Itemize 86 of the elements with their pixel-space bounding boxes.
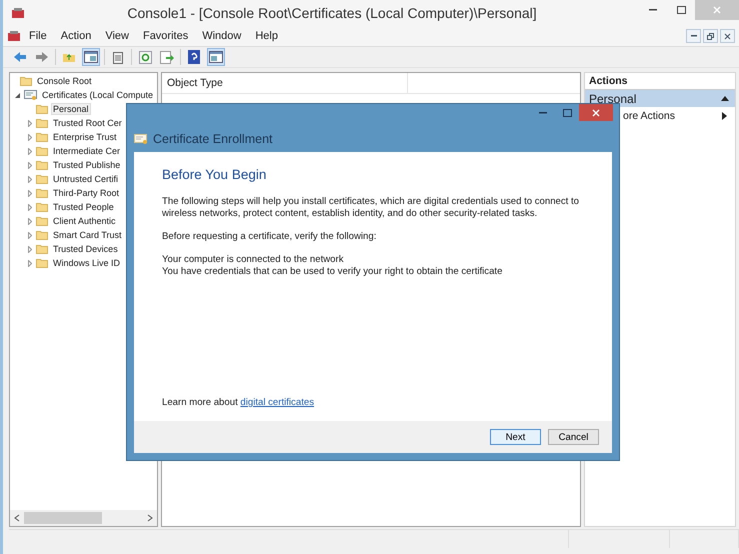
minimize-icon [690,35,696,37]
collapse-icon [721,96,729,101]
close-button[interactable] [579,104,613,121]
window-title: Console1 - [Console Root\Certificates (Local Computer)\Personal] [126,5,538,21]
body-text: You have credentials that can be used to verify your right to obtain the certificate [162,266,504,278]
expand-arrow-icon[interactable] [28,246,32,252]
menu-item[interactable]: Window [196,30,248,42]
tree-item[interactable]: Client Authentic [51,215,118,227]
certificate-icon [24,90,37,100]
folder-icon [36,258,48,268]
actions-section[interactable]: Personal [585,90,735,107]
learn-more-text: Learn more about digital certificates [162,397,315,408]
tree-item[interactable]: Untrusted Certifi [51,173,120,185]
certificate-icon [134,134,148,144]
restore-button[interactable] [703,29,718,43]
folder-icon [36,202,48,212]
tree-item[interactable]: Trusted Publishe [51,159,122,171]
maximize-icon [562,108,572,116]
folder-icon [36,118,48,128]
folder-icon [36,146,48,156]
export-list-button[interactable] [158,48,176,66]
tree-item[interactable]: Smart Card Trust [51,229,124,241]
expand-arrow-icon[interactable] [28,232,32,238]
expand-arrow-icon[interactable] [28,190,32,196]
expand-arrow-icon[interactable] [28,204,32,210]
expand-arrow-icon[interactable] [28,162,32,168]
folder-icon [36,244,48,254]
tree-item[interactable]: Personal [51,103,91,115]
body-text: Before requesting a certificate, verify the following: [162,231,378,243]
next-button[interactable]: Next [490,429,541,445]
cancel-button[interactable]: Cancel [548,429,599,445]
tree-item[interactable]: Enterprise Trust [51,131,119,143]
tree-item[interactable]: Trusted Devices [51,243,120,255]
tree-item[interactable]: Trusted Root Cer [51,117,124,129]
action-link[interactable]: ore Actions [623,110,675,122]
folder-icon [36,174,48,184]
submenu-arrow-icon [722,112,727,120]
app-icon[interactable] [7,30,21,42]
tree-item[interactable]: Windows Live ID [51,257,122,269]
tree-item[interactable]: Third-Party Root [51,187,122,199]
maximize-icon [676,6,686,14]
expand-arrow-icon[interactable] [28,260,32,266]
tree-item[interactable]: Trusted People [51,201,116,213]
expand-arrow-icon[interactable] [28,176,32,182]
expand-arrow-icon[interactable] [28,148,32,154]
menu-item[interactable]: Action [54,30,98,42]
folder-icon [36,188,48,198]
minimize-icon [539,112,547,114]
refresh-button[interactable] [136,48,154,66]
menu-item[interactable]: File [23,30,53,42]
folder-up-icon [62,51,76,63]
tree-item[interactable]: Console Root [35,75,94,87]
expand-arrow-icon[interactable] [28,134,32,140]
dialog-title: Certificate Enrollment [153,132,272,146]
help-button[interactable] [185,48,203,66]
menu-item[interactable]: Favorites [136,30,194,42]
restore-icon [707,32,714,40]
collapse-arrow-icon[interactable] [15,92,20,98]
body-text: The following steps will help you install certificates, which are digital credentials used to connect to wireless networks, protect content, establish identity, and do other security-related tasks. [162,196,580,220]
close-icon [724,32,731,40]
minimize-button[interactable] [686,29,701,43]
menu-item[interactable]: Help [249,30,284,42]
close-icon [713,6,721,14]
folder-icon [36,216,48,226]
section-title: Personal [589,92,636,106]
folder-icon [20,76,32,86]
folder-icon [36,132,48,142]
folder-icon [36,104,48,114]
column-header[interactable]: Object Type [162,73,408,93]
action-pane-button[interactable] [207,48,225,66]
body-text: Your computer is connected to the network [162,254,344,266]
expand-arrow-icon[interactable] [28,120,32,126]
folder-icon [36,160,48,170]
horizontal-scrollbar[interactable] [10,510,157,526]
app-icon [11,7,25,19]
tree-item[interactable]: Certificates (Local Compute [40,89,156,101]
minimize-icon [649,9,657,11]
learn-more-link[interactable]: digital certificates [240,397,314,408]
page-heading: Before You Begin [162,167,268,182]
close-button[interactable] [720,29,735,43]
close-icon [592,108,600,116]
expand-arrow-icon[interactable] [28,218,32,224]
folder-icon [36,230,48,240]
menu-item[interactable]: View [99,30,135,42]
console-tree-button[interactable] [82,48,100,66]
tree-item[interactable]: Intermediate Cer [51,145,122,157]
